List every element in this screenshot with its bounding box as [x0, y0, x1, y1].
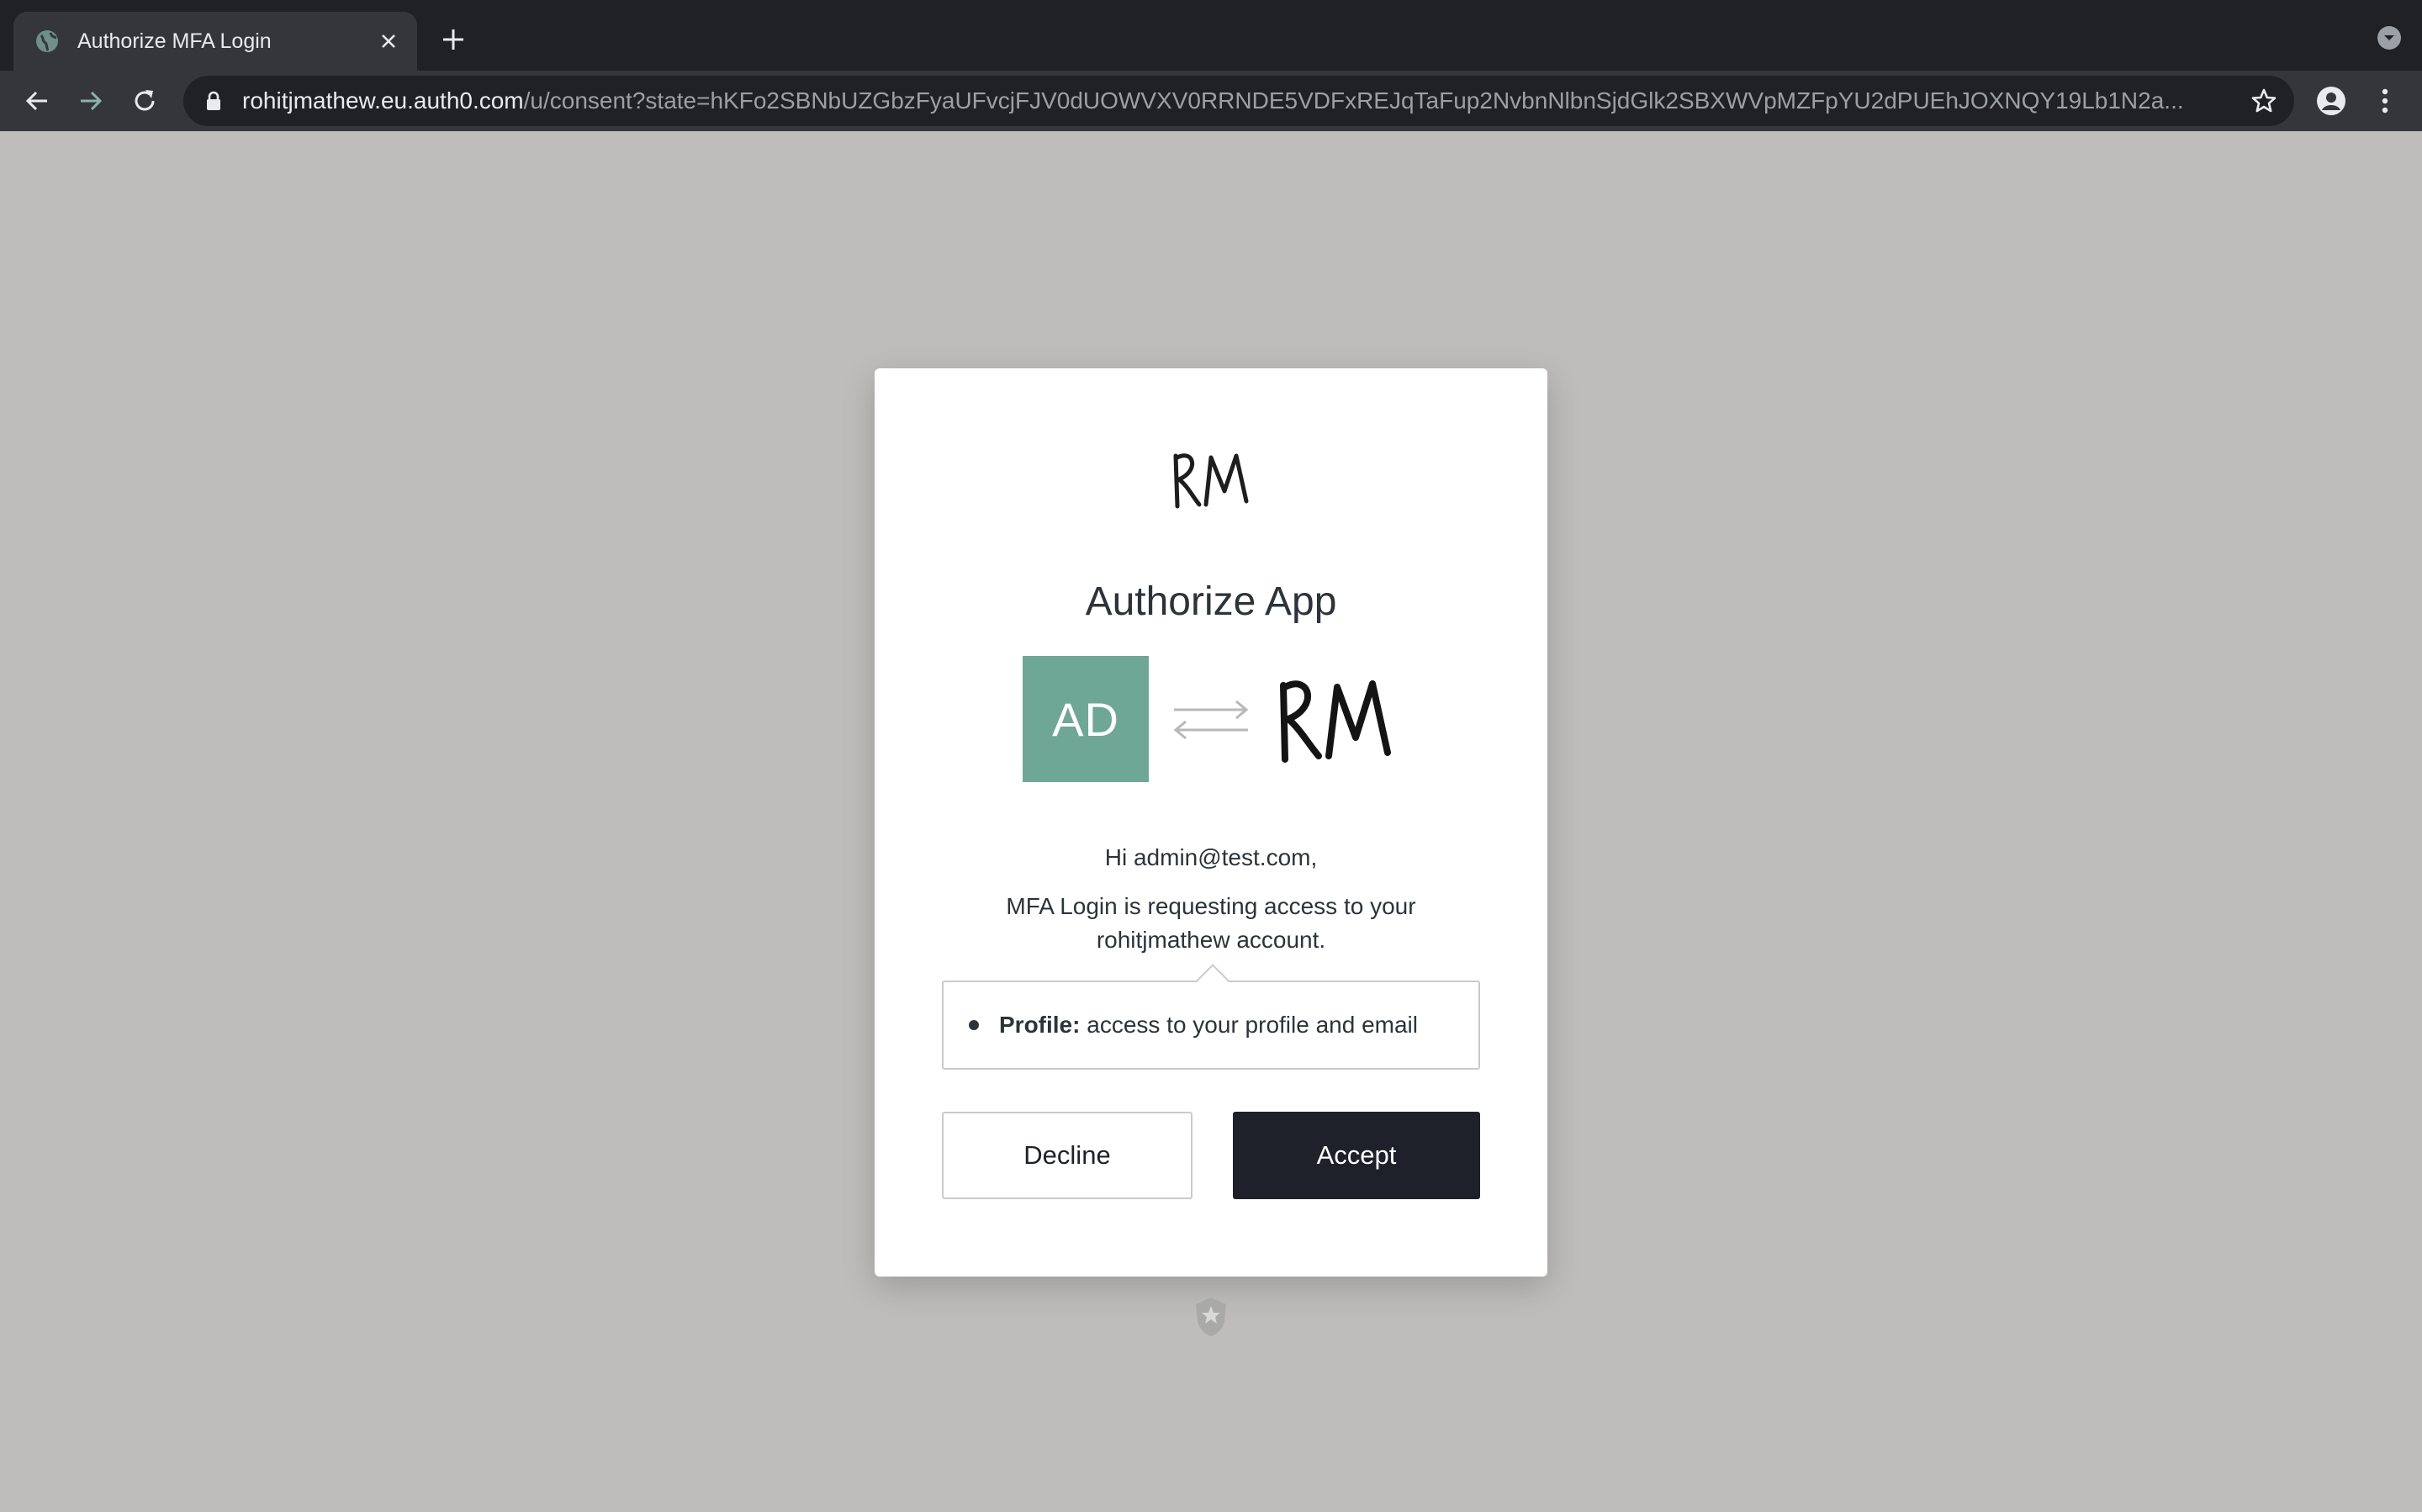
tab-title: Authorize MFA Login [77, 29, 272, 53]
globe-icon [34, 28, 61, 55]
scopes-list: Profile: access to your profile and emai… [942, 981, 1480, 1070]
client-app-avatar: AD [1023, 656, 1149, 782]
close-tab-icon[interactable] [370, 23, 407, 60]
browser-tab[interactable]: Authorize MFA Login [13, 12, 417, 71]
bullet-icon [969, 1020, 979, 1030]
browser-toolbar: rohitjmathew.eu.auth0.com/u/consent?stat… [0, 71, 2422, 131]
browser-tab-strip: Authorize MFA Login [0, 0, 2422, 71]
new-tab-icon[interactable] [434, 20, 473, 59]
lock-icon[interactable] [202, 89, 225, 113]
page-title: Authorize App [1085, 579, 1337, 624]
more-menu-icon[interactable] [2365, 81, 2405, 121]
request-description: MFA Login is requesting access to your r… [1006, 893, 1416, 953]
consent-card: Authorize App AD Hi admin@test.com, MFA … [875, 368, 1547, 1277]
url-path: /u/consent?state=hKFo2SBNbUZGbzFyaUFvcjF… [523, 87, 2184, 114]
url-text[interactable]: rohitjmathew.eu.auth0.com/u/consent?stat… [242, 87, 2235, 114]
url-host: rohitjmathew.eu.auth0.com [242, 87, 524, 114]
bookmark-star-icon[interactable] [2245, 82, 2282, 119]
tab-search-icon[interactable] [2375, 24, 2403, 52]
forward-arrow-icon[interactable] [71, 81, 111, 121]
greeting-text: Hi admin@test.com, [1104, 844, 1318, 870]
accept-button[interactable]: Accept [1233, 1112, 1480, 1199]
tenant-logo-large [1273, 669, 1399, 769]
decline-button[interactable]: Decline [942, 1112, 1192, 1199]
reload-icon[interactable] [124, 81, 165, 121]
app-connection: AD [875, 656, 1547, 782]
tenant-logo [875, 446, 1547, 521]
auth0-shield-icon [1191, 1295, 1231, 1339]
scope-item: Profile: access to your profile and emai… [999, 1012, 1418, 1039]
swap-arrows-icon [1169, 690, 1253, 748]
profile-avatar-icon[interactable] [2311, 81, 2351, 121]
page-background: Authorize App AD Hi admin@test.com, MFA … [0, 131, 2422, 1512]
scope-description: access to your profile and email [1087, 1012, 1418, 1038]
address-bar[interactable]: rohitjmathew.eu.auth0.com/u/consent?stat… [183, 76, 2294, 126]
back-arrow-icon[interactable] [17, 81, 57, 121]
scope-name: Profile: [999, 1012, 1081, 1038]
